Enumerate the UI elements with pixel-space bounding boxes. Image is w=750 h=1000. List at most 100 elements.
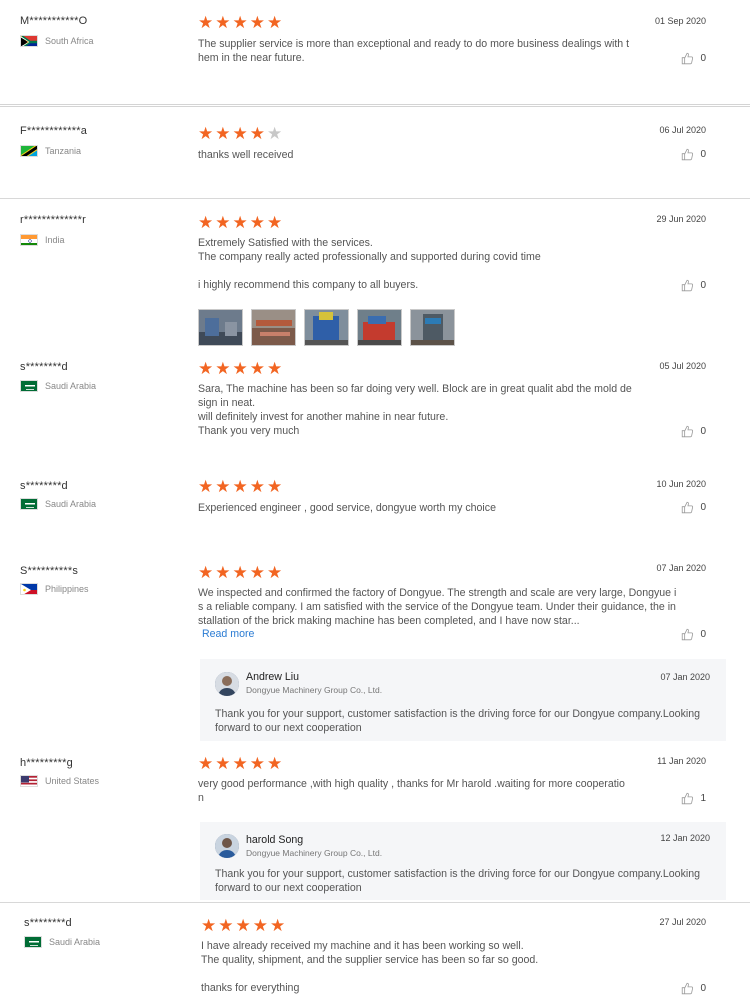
- star-icon: ★: [232, 13, 248, 32]
- review-item: s********d Saudi Arabia ★ ★ ★ ★ ★ 10 Jun 202…: [0, 468, 750, 556]
- review-date: 10 Jun 2020: [656, 479, 706, 489]
- reply-date: 07 Jan 2020: [660, 672, 710, 682]
- reviewer-name: h*********g: [20, 757, 73, 769]
- thumbs-up-icon: [682, 628, 694, 641]
- review-text: thanks well received: [198, 149, 294, 161]
- star-icon: ★: [267, 754, 283, 773]
- reviewer-name: r*************r: [20, 214, 86, 226]
- review-photos: [198, 309, 455, 346]
- star-icon: ★: [215, 124, 231, 143]
- like-button[interactable]: 0: [681, 148, 706, 161]
- india-flag-icon: [20, 234, 38, 246]
- star-icon: ★: [215, 477, 231, 496]
- reviewer-country: Saudi Arabia: [20, 380, 96, 392]
- star-icon: ★: [215, 13, 231, 32]
- saudi-arabia-flag-icon: [20, 380, 38, 392]
- review-date: 01 Sep 2020: [654, 16, 706, 26]
- star-icon: ★: [215, 754, 231, 773]
- review-text: We inspected and confirmed the factory o…: [198, 587, 677, 627]
- review-photo[interactable]: [410, 309, 455, 346]
- review-photo[interactable]: [198, 309, 243, 346]
- like-count: 0: [700, 426, 706, 437]
- review-photo[interactable]: [304, 309, 349, 346]
- star-empty-icon: ★: [267, 124, 283, 143]
- star-icon: ★: [249, 213, 265, 232]
- like-count: 0: [700, 280, 706, 291]
- reply-company: Dongyue Machinery Group Co., Ltd.: [246, 848, 383, 858]
- reviewer-country: United States: [20, 775, 99, 787]
- reply-text: Thank you for your support, customer sat…: [215, 708, 701, 734]
- avatar: [215, 672, 239, 696]
- like-button[interactable]: 0: [681, 501, 706, 514]
- reviewer-name: s********d: [20, 480, 68, 492]
- reply-text: Thank you for your support, customer sat…: [215, 868, 701, 894]
- review-text: Sara, The machine has been so far doing …: [198, 383, 632, 437]
- thumbs-up-icon: [682, 425, 694, 438]
- rating-stars: ★ ★ ★ ★ ★: [198, 214, 282, 231]
- rating-stars: ★ ★ ★ ★ ★: [198, 14, 282, 31]
- avatar: [215, 834, 239, 858]
- star-icon: ★: [218, 916, 234, 935]
- review-item: M***********O South Africa ★ ★ ★ ★ ★ 01 Sep …: [0, 0, 750, 104]
- star-icon: ★: [267, 13, 283, 32]
- star-icon: ★: [198, 477, 214, 496]
- like-button[interactable]: 1: [681, 792, 706, 805]
- star-icon: ★: [270, 916, 286, 935]
- like-count: 0: [700, 53, 706, 64]
- like-count: 0: [700, 149, 706, 160]
- reviewer-country: Saudi Arabia: [24, 936, 100, 948]
- reviewer-country: Tanzania: [20, 145, 81, 157]
- rating-stars: ★ ★ ★ ★ ★: [198, 360, 282, 377]
- like-button[interactable]: 0: [681, 425, 706, 438]
- tanzania-flag-icon: [20, 145, 38, 157]
- thumbs-up-icon: [682, 501, 694, 514]
- star-icon: ★: [267, 563, 283, 582]
- review-photo[interactable]: [357, 309, 402, 346]
- rating-stars: ★ ★ ★ ★ ★: [198, 478, 282, 495]
- like-button[interactable]: 0: [681, 279, 706, 292]
- star-icon: ★: [232, 124, 248, 143]
- star-icon: ★: [267, 477, 283, 496]
- reviewer-country: South Africa: [20, 35, 94, 47]
- star-icon: ★: [249, 124, 265, 143]
- rating-stars: ★ ★ ★ ★ ★: [198, 755, 282, 772]
- review-date: 07 Jan 2020: [656, 563, 706, 573]
- country-label: Philippines: [45, 584, 89, 594]
- like-button[interactable]: 0: [681, 982, 706, 995]
- star-icon: ★: [252, 916, 268, 935]
- thumbs-up-icon: [682, 982, 694, 995]
- like-count: 0: [700, 629, 706, 640]
- reply-author: harold Song: [246, 834, 304, 846]
- star-icon: ★: [249, 563, 265, 582]
- rating-stars: ★ ★ ★ ★ ★: [198, 564, 282, 581]
- review-photo[interactable]: [251, 309, 296, 346]
- star-icon: ★: [249, 477, 265, 496]
- rating-stars: ★ ★ ★ ★ ★: [198, 125, 282, 142]
- star-icon: ★: [201, 916, 217, 935]
- review-text: Extremely Satisfied with the services. T…: [198, 237, 541, 291]
- reviewer-name: M***********O: [20, 15, 88, 27]
- like-count: 0: [700, 983, 706, 994]
- like-button[interactable]: 0: [681, 628, 706, 641]
- review-date: 11 Jan 2020: [657, 756, 706, 766]
- star-icon: ★: [267, 359, 283, 378]
- saudi-arabia-flag-icon: [24, 936, 42, 948]
- read-more-link[interactable]: Read more: [202, 628, 254, 640]
- star-icon: ★: [232, 359, 248, 378]
- star-icon: ★: [215, 359, 231, 378]
- reviewer-country: India: [20, 234, 65, 246]
- country-label: United States: [45, 776, 100, 786]
- star-icon: ★: [198, 359, 214, 378]
- star-icon: ★: [198, 124, 214, 143]
- review-text: The supplier service is more than except…: [198, 38, 630, 64]
- reply-date: 12 Jan 2020: [660, 833, 710, 843]
- star-icon: ★: [249, 359, 265, 378]
- review-text: Experienced engineer , good service, don…: [198, 502, 496, 514]
- like-button[interactable]: 0: [681, 52, 706, 65]
- star-icon: ★: [198, 754, 214, 773]
- reply-company: Dongyue Machinery Group Co., Ltd.: [246, 685, 383, 695]
- reviewer-name: s********d: [24, 917, 72, 929]
- country-label: India: [45, 235, 65, 245]
- philippines-flag-icon: [20, 583, 38, 595]
- review-item: F************a Tanzania ★ ★ ★ ★ ★ 06 Jul 202…: [0, 104, 750, 198]
